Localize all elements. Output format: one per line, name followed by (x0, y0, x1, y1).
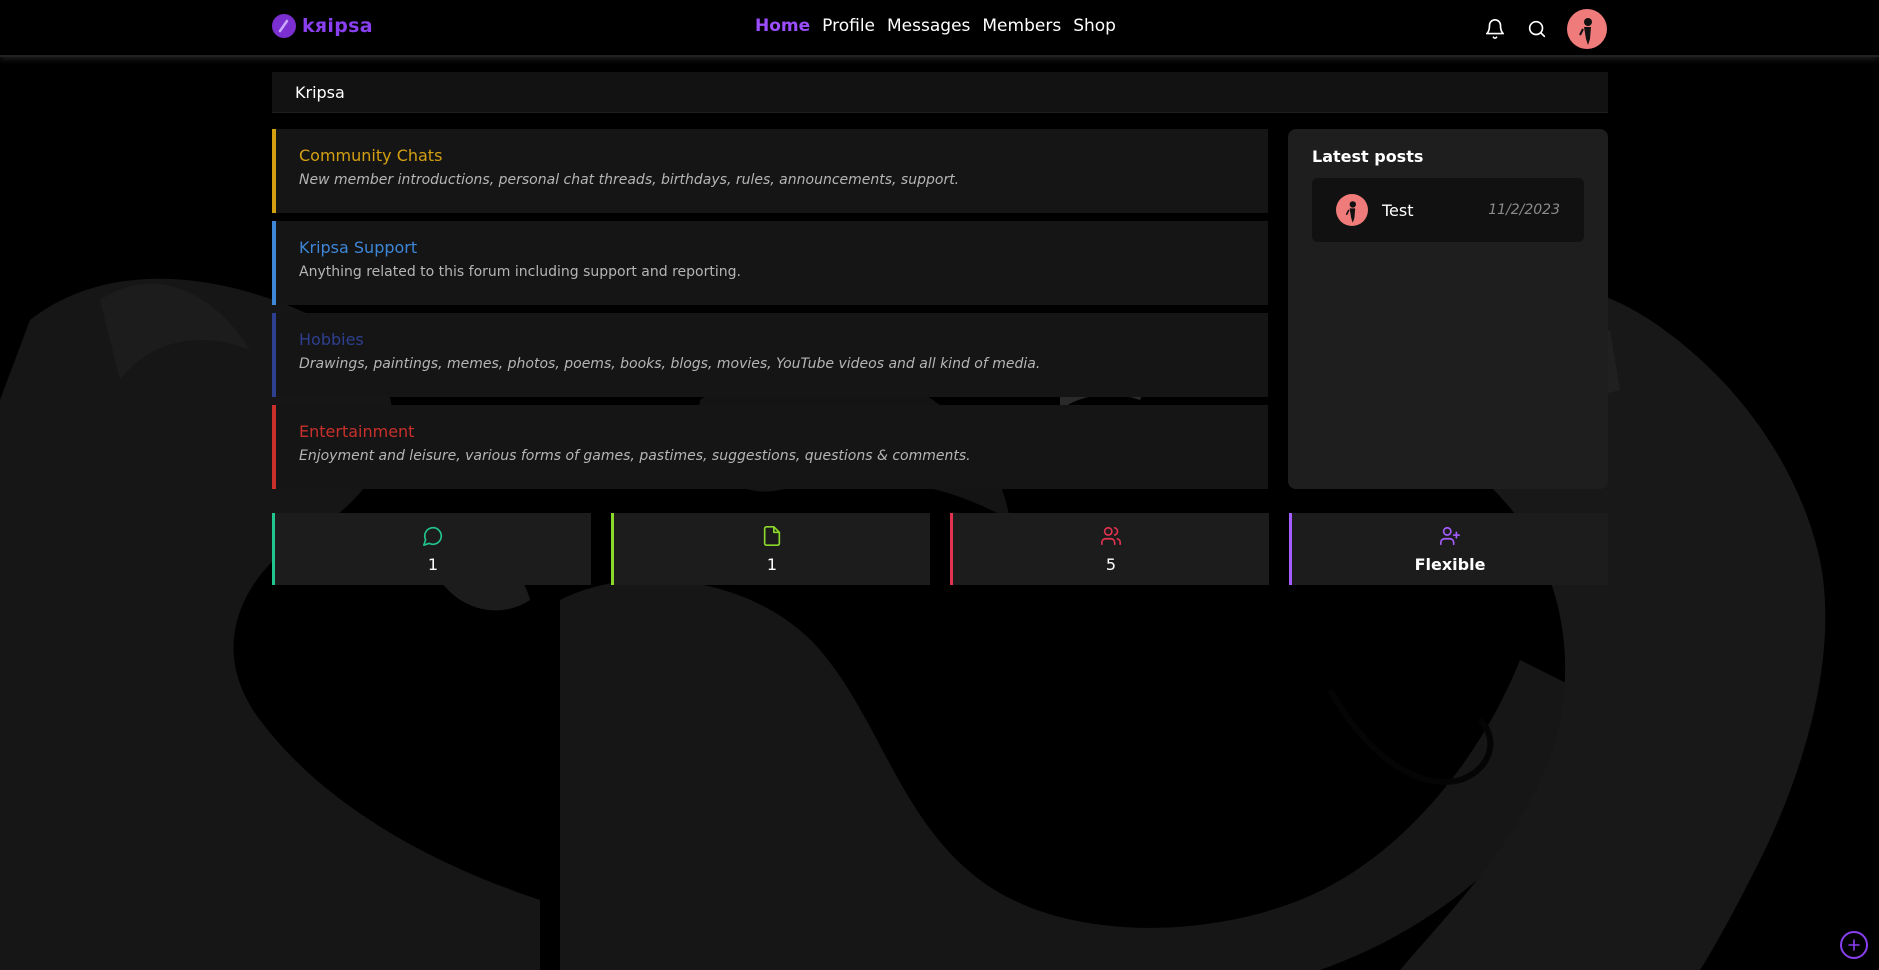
forum-list: Community Chats New member introductions… (272, 129, 1268, 489)
bell-icon[interactable] (1483, 17, 1507, 41)
brand-name: kяipsa (302, 15, 373, 37)
forum-item-kripsa-support[interactable]: Kripsa Support Anything related to this … (272, 221, 1268, 305)
search-icon[interactable] (1525, 17, 1549, 41)
stat-value: 1 (766, 554, 778, 574)
stat-threads: 1 (272, 513, 591, 585)
latest-posts-heading: Latest posts (1312, 147, 1424, 166)
forum-description: Enjoyment and leisure, various forms of … (299, 448, 971, 464)
forum-description: Drawings, paintings, memes, photos, poem… (299, 356, 1041, 372)
latest-post-item[interactable]: Test 11/2/2023 (1312, 178, 1584, 242)
latest-posts-panel: Latest posts Test 11/2/2023 (1288, 129, 1608, 489)
breadcrumb: Kripsa (272, 72, 1608, 113)
forum-item-community-chats[interactable]: Community Chats New member introductions… (272, 129, 1268, 213)
forum-title[interactable]: Entertainment (299, 422, 1268, 441)
top-navigation-bar: kяipsa Home Profile Messages Members Sho… (0, 0, 1879, 57)
brand-logo-icon (272, 14, 296, 38)
nav-item-shop[interactable]: Shop (1073, 16, 1116, 36)
post-date: 11/2/2023 (1488, 202, 1560, 218)
stat-value: 1 (427, 554, 439, 574)
nav-item-members[interactable]: Members (982, 16, 1061, 36)
stat-newest-member: Flexible (1289, 513, 1608, 585)
stat-value[interactable]: Flexible (1415, 555, 1486, 574)
forum-title[interactable]: Community Chats (299, 146, 1268, 165)
nav-item-home[interactable]: Home (755, 16, 810, 36)
file-icon (761, 525, 783, 551)
stat-posts: 1 (611, 513, 930, 585)
main-nav: Home Profile Messages Members Shop (755, 16, 1116, 36)
stats-row: 1 1 5 Flexible (272, 513, 1608, 585)
forum-title[interactable]: Kripsa Support (299, 238, 1268, 257)
main-content: Kripsa Community Chats New member introd… (272, 72, 1608, 585)
post-title[interactable]: Test (1382, 201, 1474, 220)
nav-item-profile[interactable]: Profile (822, 16, 875, 36)
forum-description: Anything related to this forum including… (299, 264, 741, 280)
topbar-actions (1483, 9, 1607, 49)
stat-members: 5 (950, 513, 1269, 585)
chat-bubble-icon (422, 525, 444, 551)
main-row: Community Chats New member introductions… (272, 129, 1608, 489)
users-icon (1100, 525, 1122, 551)
user-plus-icon (1439, 525, 1461, 551)
stat-value: 5 (1105, 554, 1117, 574)
forum-description: New member introductions, personal chat … (299, 172, 960, 188)
forum-item-hobbies[interactable]: Hobbies Drawings, paintings, memes, phot… (272, 313, 1268, 397)
forum-item-entertainment[interactable]: Entertainment Enjoyment and leisure, var… (272, 405, 1268, 489)
breadcrumb-title[interactable]: Kripsa (295, 83, 345, 102)
post-author-avatar (1336, 194, 1368, 226)
forum-title[interactable]: Hobbies (299, 330, 1268, 349)
user-avatar[interactable] (1567, 9, 1607, 49)
brand-logo-link[interactable]: kяipsa (272, 14, 373, 38)
plus-icon[interactable] (1840, 931, 1868, 959)
nav-item-messages[interactable]: Messages (887, 16, 970, 36)
